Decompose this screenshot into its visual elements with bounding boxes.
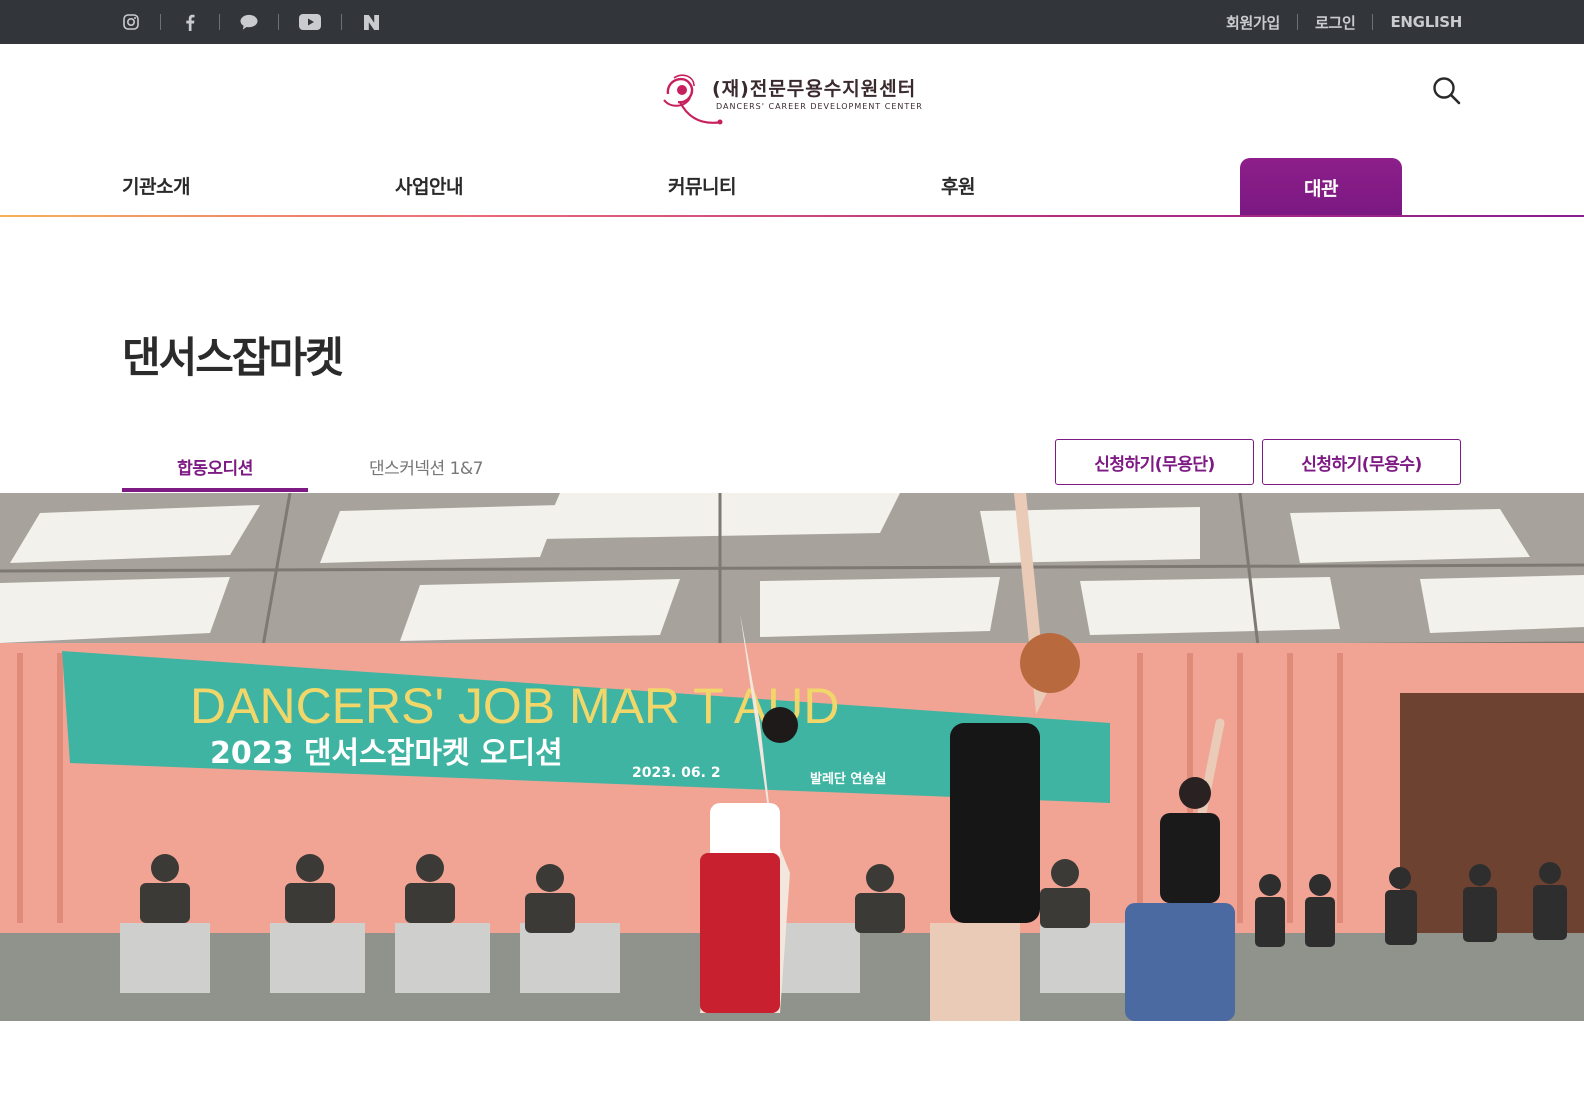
separator [160, 14, 161, 30]
social-links [122, 0, 380, 44]
banner-date-text: 2023. 06. 2 [632, 765, 721, 781]
nav-item-rental[interactable]: 대관 [1240, 158, 1402, 216]
tab-dance-connection[interactable]: 댄스커넥션 1&7 [308, 440, 544, 492]
utility-links: 회원가입 로그인 ENGLISH [1226, 0, 1462, 44]
nav-item-about[interactable]: 기관소개 [122, 172, 190, 199]
search-icon [1433, 77, 1461, 105]
apply-dancer-button[interactable]: 신청하기(무용수) [1262, 439, 1461, 485]
nav-item-community[interactable]: 커뮤니티 [668, 172, 736, 199]
tab-joint-audition[interactable]: 합동오디션 [122, 440, 308, 492]
site-logo[interactable]: (재)전문무용수지원센터 DANCERS' CAREER DEVELOPMENT… [660, 70, 923, 128]
banner-venue-text: 발레단 연습실 [810, 771, 886, 787]
search-button[interactable] [1432, 76, 1462, 106]
separator [1296, 14, 1298, 30]
banner-english-text: DANCERS' JOB MAR T AUD [190, 678, 840, 734]
sub-tabs: 합동오디션 댄스커넥션 1&7 [122, 440, 544, 492]
naver-icon[interactable] [362, 13, 380, 31]
top-utility-bar: 회원가입 로그인 ENGLISH [0, 0, 1584, 44]
logo-english-name: DANCERS' CAREER DEVELOPMENT CENTER [716, 102, 923, 111]
nav-gradient-line [0, 215, 1584, 217]
facebook-icon[interactable] [181, 13, 199, 31]
page-title: 댄서스잡마켓 [122, 333, 344, 382]
talk-bubble-icon[interactable] [240, 13, 258, 31]
login-link[interactable]: 로그인 [1315, 12, 1356, 33]
separator [341, 14, 342, 30]
nav-item-business[interactable]: 사업안내 [395, 172, 463, 199]
apply-company-button[interactable]: 신청하기(무용단) [1055, 439, 1254, 485]
main-navigation: 기관소개 사업안내 커뮤니티 후원 대관 [0, 156, 1584, 218]
instagram-icon[interactable] [122, 13, 140, 31]
separator [1372, 14, 1374, 30]
youtube-icon[interactable] [299, 13, 321, 31]
logo-korean-name: (재)전문무용수지원센터 [712, 78, 917, 100]
english-link[interactable]: ENGLISH [1390, 13, 1462, 31]
separator [219, 14, 220, 30]
hero-photo: DANCERS' JOB MAR T AUD 2023 댄서스잡마켓 오디션 2… [0, 493, 1584, 1021]
banner-korean-text: 2023 댄서스잡마켓 오디션 [210, 736, 563, 771]
nav-item-sponsor[interactable]: 후원 [941, 172, 975, 199]
signup-link[interactable]: 회원가입 [1226, 12, 1280, 33]
separator [278, 14, 279, 30]
